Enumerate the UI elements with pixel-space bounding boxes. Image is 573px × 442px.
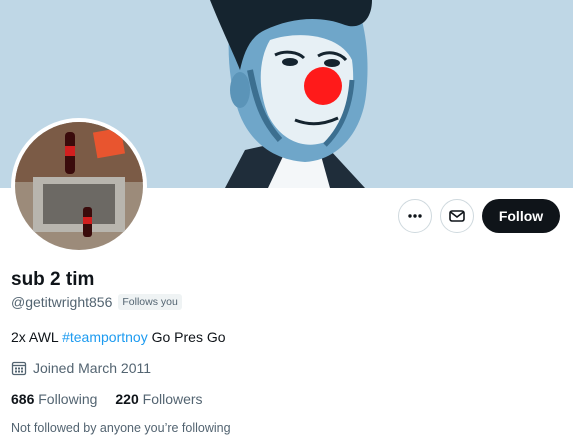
bio-prefix: 2x AWL bbox=[11, 329, 63, 345]
follow-stats: 686 Following 220 Followers bbox=[11, 391, 203, 407]
following-link[interactable]: 686 Following bbox=[11, 391, 97, 407]
profile-bio: 2x AWL #teamportnoy Go Pres Go bbox=[11, 329, 226, 345]
user-handle: @getitwright856 bbox=[11, 294, 113, 310]
bio-hashtag-link[interactable]: #teamportnoy bbox=[62, 329, 148, 345]
mail-icon bbox=[449, 210, 465, 222]
followers-link[interactable]: 220 Followers bbox=[115, 391, 202, 407]
profile-avatar[interactable] bbox=[11, 118, 147, 254]
clown-nose bbox=[304, 67, 342, 105]
joined-text: Joined March 2011 bbox=[33, 360, 152, 376]
avatar-image bbox=[15, 122, 143, 250]
profile-actions: Follow bbox=[398, 199, 560, 233]
followers-label: Followers bbox=[142, 391, 203, 407]
calendar-icon bbox=[11, 361, 27, 376]
following-label: Following bbox=[38, 391, 98, 407]
display-name: sub 2 tim bbox=[11, 269, 95, 290]
joined-date: Joined March 2011 bbox=[11, 360, 151, 376]
followers-count: 220 bbox=[115, 391, 139, 407]
handle-row: @getitwright856 Follows you bbox=[11, 294, 182, 310]
message-button[interactable] bbox=[440, 199, 474, 233]
following-count: 686 bbox=[11, 391, 35, 407]
not-followed-note: Not followed by anyone you’re following bbox=[11, 421, 231, 435]
follows-you-badge: Follows you bbox=[118, 294, 182, 310]
more-horizontal-icon bbox=[408, 214, 422, 218]
bio-suffix: Go Pres Go bbox=[147, 329, 226, 345]
follow-button[interactable]: Follow bbox=[482, 199, 560, 233]
more-button[interactable] bbox=[398, 199, 432, 233]
